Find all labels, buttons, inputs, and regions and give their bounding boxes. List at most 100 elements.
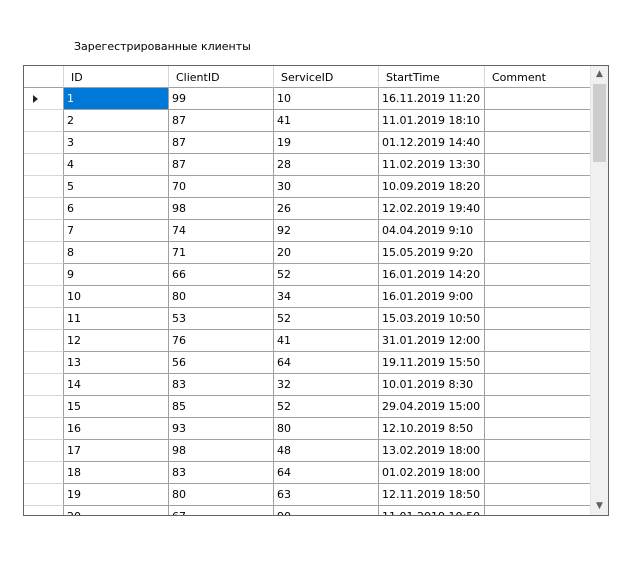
row-header-cell[interactable] xyxy=(24,462,64,484)
cell-comment[interactable] xyxy=(485,242,593,264)
row-header-cell[interactable] xyxy=(24,352,64,374)
row-header-cell[interactable] xyxy=(24,330,64,352)
cell-comment[interactable] xyxy=(485,154,593,176)
cell-id[interactable]: 6 xyxy=(64,198,169,220)
cell-serviceid[interactable]: 19 xyxy=(274,132,379,154)
row-header-cell[interactable] xyxy=(24,286,64,308)
row-header-cell[interactable] xyxy=(24,176,64,198)
cell-serviceid[interactable]: 80 xyxy=(274,418,379,440)
cell-starttime[interactable]: 15.05.2019 9:20 xyxy=(379,242,485,264)
cell-starttime[interactable]: 19.11.2019 15:50 xyxy=(379,352,485,374)
cell-clientid[interactable]: 85 xyxy=(169,396,274,418)
cell-id[interactable]: 10 xyxy=(64,286,169,308)
row-header-cell[interactable] xyxy=(24,220,64,242)
table-row[interactable]: 6 98 26 12.02.2019 19:40 xyxy=(24,198,593,220)
cell-starttime[interactable]: 15.03.2019 10:50 xyxy=(379,308,485,330)
cell-clientid[interactable]: 67 xyxy=(169,506,274,515)
cell-starttime[interactable]: 11.01.2019 10:50 xyxy=(379,506,485,515)
column-header-clientid[interactable]: ClientID xyxy=(169,66,274,88)
clients-data-grid[interactable]: ID ClientID ServiceID StartTime Comment … xyxy=(23,65,609,516)
cell-serviceid[interactable]: 90 xyxy=(274,506,379,515)
cell-id[interactable]: 7 xyxy=(64,220,169,242)
cell-serviceid[interactable]: 28 xyxy=(274,154,379,176)
cell-id[interactable]: 17 xyxy=(64,440,169,462)
row-header-cell[interactable] xyxy=(24,484,64,506)
cell-comment[interactable] xyxy=(485,462,593,484)
cell-comment[interactable] xyxy=(485,308,593,330)
table-row[interactable]: 1 99 10 16.11.2019 11:20 xyxy=(24,88,593,110)
cell-starttime[interactable]: 16.01.2019 14:20 xyxy=(379,264,485,286)
cell-clientid[interactable]: 76 xyxy=(169,330,274,352)
cell-id[interactable]: 14 xyxy=(64,374,169,396)
cell-comment[interactable] xyxy=(485,352,593,374)
cell-id[interactable]: 5 xyxy=(64,176,169,198)
cell-serviceid[interactable]: 48 xyxy=(274,440,379,462)
cell-comment[interactable] xyxy=(485,418,593,440)
table-row[interactable]: 14 83 32 10.01.2019 8:30 xyxy=(24,374,593,396)
cell-serviceid[interactable]: 30 xyxy=(274,176,379,198)
cell-starttime[interactable]: 31.01.2019 12:00 xyxy=(379,330,485,352)
cell-id[interactable]: 13 xyxy=(64,352,169,374)
row-header-cell[interactable] xyxy=(24,88,64,110)
cell-serviceid[interactable]: 52 xyxy=(274,396,379,418)
cell-comment[interactable] xyxy=(485,88,593,110)
cell-serviceid[interactable]: 20 xyxy=(274,242,379,264)
cell-starttime[interactable]: 12.11.2019 18:50 xyxy=(379,484,485,506)
scrollbar-thumb[interactable] xyxy=(593,84,606,162)
cell-starttime[interactable]: 01.12.2019 14:40 xyxy=(379,132,485,154)
cell-id[interactable]: 16 xyxy=(64,418,169,440)
row-header-cell[interactable] xyxy=(24,264,64,286)
vertical-scrollbar[interactable]: ▲ ▼ xyxy=(590,66,608,515)
cell-clientid[interactable]: 87 xyxy=(169,154,274,176)
cell-clientid[interactable]: 70 xyxy=(169,176,274,198)
cell-serviceid[interactable]: 64 xyxy=(274,352,379,374)
cell-serviceid[interactable]: 32 xyxy=(274,374,379,396)
table-row[interactable]: 13 56 64 19.11.2019 15:50 xyxy=(24,352,593,374)
chevron-down-icon[interactable]: ▼ xyxy=(591,498,608,515)
cell-comment[interactable] xyxy=(485,484,593,506)
table-row[interactable]: 20679011.01.2019 10:50 xyxy=(24,506,593,515)
cell-clientid[interactable]: 87 xyxy=(169,110,274,132)
cell-id[interactable]: 15 xyxy=(64,396,169,418)
column-header-comment[interactable]: Comment xyxy=(485,66,593,88)
cell-starttime[interactable]: 10.09.2019 18:20 xyxy=(379,176,485,198)
cell-id[interactable]: 20 xyxy=(64,506,169,515)
table-row[interactable]: 8 71 20 15.05.2019 9:20 xyxy=(24,242,593,264)
row-header-cell[interactable] xyxy=(24,418,64,440)
cell-serviceid[interactable]: 41 xyxy=(274,110,379,132)
cell-id[interactable]: 1 xyxy=(64,88,169,110)
table-row[interactable]: 10 80 34 16.01.2019 9:00 xyxy=(24,286,593,308)
table-row[interactable]: 12 76 41 31.01.2019 12:00 xyxy=(24,330,593,352)
cell-id[interactable]: 12 xyxy=(64,330,169,352)
cell-comment[interactable] xyxy=(485,132,593,154)
cell-comment[interactable] xyxy=(485,198,593,220)
table-row[interactable]: 7 74 92 04.04.2019 9:10 xyxy=(24,220,593,242)
cell-starttime[interactable]: 11.02.2019 13:30 xyxy=(379,154,485,176)
cell-id[interactable]: 11 xyxy=(64,308,169,330)
cell-starttime[interactable]: 04.04.2019 9:10 xyxy=(379,220,485,242)
cell-starttime[interactable]: 16.11.2019 11:20 xyxy=(379,88,485,110)
table-row[interactable]: 5 70 30 10.09.2019 18:20 xyxy=(24,176,593,198)
table-row[interactable]: 15 85 52 29.04.2019 15:00 xyxy=(24,396,593,418)
cell-starttime[interactable]: 29.04.2019 15:00 xyxy=(379,396,485,418)
row-header-cell[interactable] xyxy=(24,154,64,176)
cell-serviceid[interactable]: 92 xyxy=(274,220,379,242)
top-left-header-cell[interactable] xyxy=(24,66,64,88)
cell-serviceid[interactable]: 64 xyxy=(274,462,379,484)
cell-serviceid[interactable]: 34 xyxy=(274,286,379,308)
cell-comment[interactable] xyxy=(485,176,593,198)
chevron-up-icon[interactable]: ▲ xyxy=(591,66,608,83)
column-header-serviceid[interactable]: ServiceID xyxy=(274,66,379,88)
cell-serviceid[interactable]: 52 xyxy=(274,308,379,330)
row-header-cell[interactable] xyxy=(24,308,64,330)
cell-clientid[interactable]: 71 xyxy=(169,242,274,264)
cell-comment[interactable] xyxy=(485,110,593,132)
cell-clientid[interactable]: 80 xyxy=(169,286,274,308)
cell-clientid[interactable]: 56 xyxy=(169,352,274,374)
cell-serviceid[interactable]: 52 xyxy=(274,264,379,286)
row-header-cell[interactable] xyxy=(24,506,64,515)
cell-comment[interactable] xyxy=(485,264,593,286)
cell-comment[interactable] xyxy=(485,330,593,352)
column-header-starttime[interactable]: StartTime xyxy=(379,66,485,88)
row-header-cell[interactable] xyxy=(24,242,64,264)
